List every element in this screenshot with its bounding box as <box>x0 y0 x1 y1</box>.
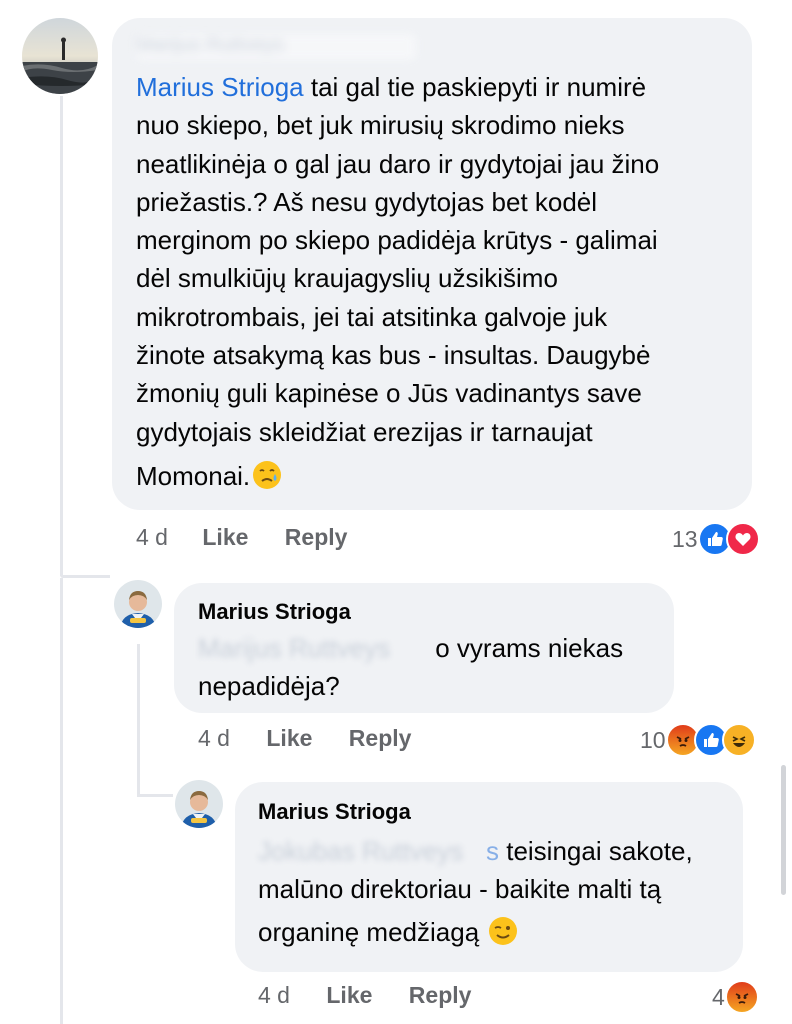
comment-author[interactable]: Marius Strioga <box>258 799 411 825</box>
like-button[interactable]: Like <box>266 725 312 751</box>
thread-line-curve <box>137 794 173 797</box>
author-name-redacted: Marijus Ruttveys <box>136 34 416 60</box>
avatar[interactable] <box>175 780 223 828</box>
comment-text: Marijus Ruttveys o vyrams niekas nepadid… <box>198 629 623 706</box>
avatar[interactable] <box>114 580 162 628</box>
reply-button[interactable]: Reply <box>349 725 412 751</box>
reactions[interactable]: 10 <box>640 723 756 757</box>
comment-text: Jokubas Ruttveys s teisingai sakote, malū… <box>258 832 693 956</box>
reply-button[interactable]: Reply <box>285 524 348 550</box>
avatar[interactable] <box>22 18 98 94</box>
thread-line <box>60 96 63 576</box>
thread-line <box>60 578 63 1024</box>
timestamp[interactable]: 4 d <box>136 524 168 550</box>
wink-emoji <box>488 916 518 956</box>
mention-redacted: Jokubas Ruttveys <box>258 836 464 866</box>
thread-line-curve <box>60 575 110 578</box>
comment-meta: 4 d Like Reply <box>198 725 411 752</box>
angry-reaction-icon <box>724 980 759 1014</box>
thread-line <box>137 644 140 794</box>
comment-text: Marius Strioga tai gal tie paskiepyti ir… <box>136 68 659 500</box>
sad-tear-emoji <box>252 460 282 500</box>
love-reaction-icon <box>725 522 760 556</box>
comment-author[interactable]: Marius Strioga <box>198 599 351 625</box>
scrollbar[interactable] <box>781 765 786 895</box>
reactions[interactable]: 4 <box>712 980 759 1014</box>
like-button[interactable]: Like <box>326 982 372 1008</box>
reply-button[interactable]: Reply <box>409 982 472 1008</box>
mention-link[interactable]: Marius Strioga <box>136 72 304 102</box>
timestamp[interactable]: 4 d <box>258 982 290 1008</box>
reactions[interactable]: 13 <box>672 522 760 556</box>
like-button[interactable]: Like <box>202 524 248 550</box>
reaction-count: 10 <box>640 726 666 753</box>
comment-meta: 4 d Like Reply <box>136 524 347 551</box>
comment-meta: 4 d Like Reply <box>258 982 471 1009</box>
reaction-count: 13 <box>672 525 698 552</box>
mention-redacted: Marijus Ruttveys <box>198 633 391 663</box>
haha-reaction-icon <box>721 723 756 757</box>
reaction-count: 4 <box>712 983 725 1010</box>
timestamp[interactable]: 4 d <box>198 725 230 751</box>
